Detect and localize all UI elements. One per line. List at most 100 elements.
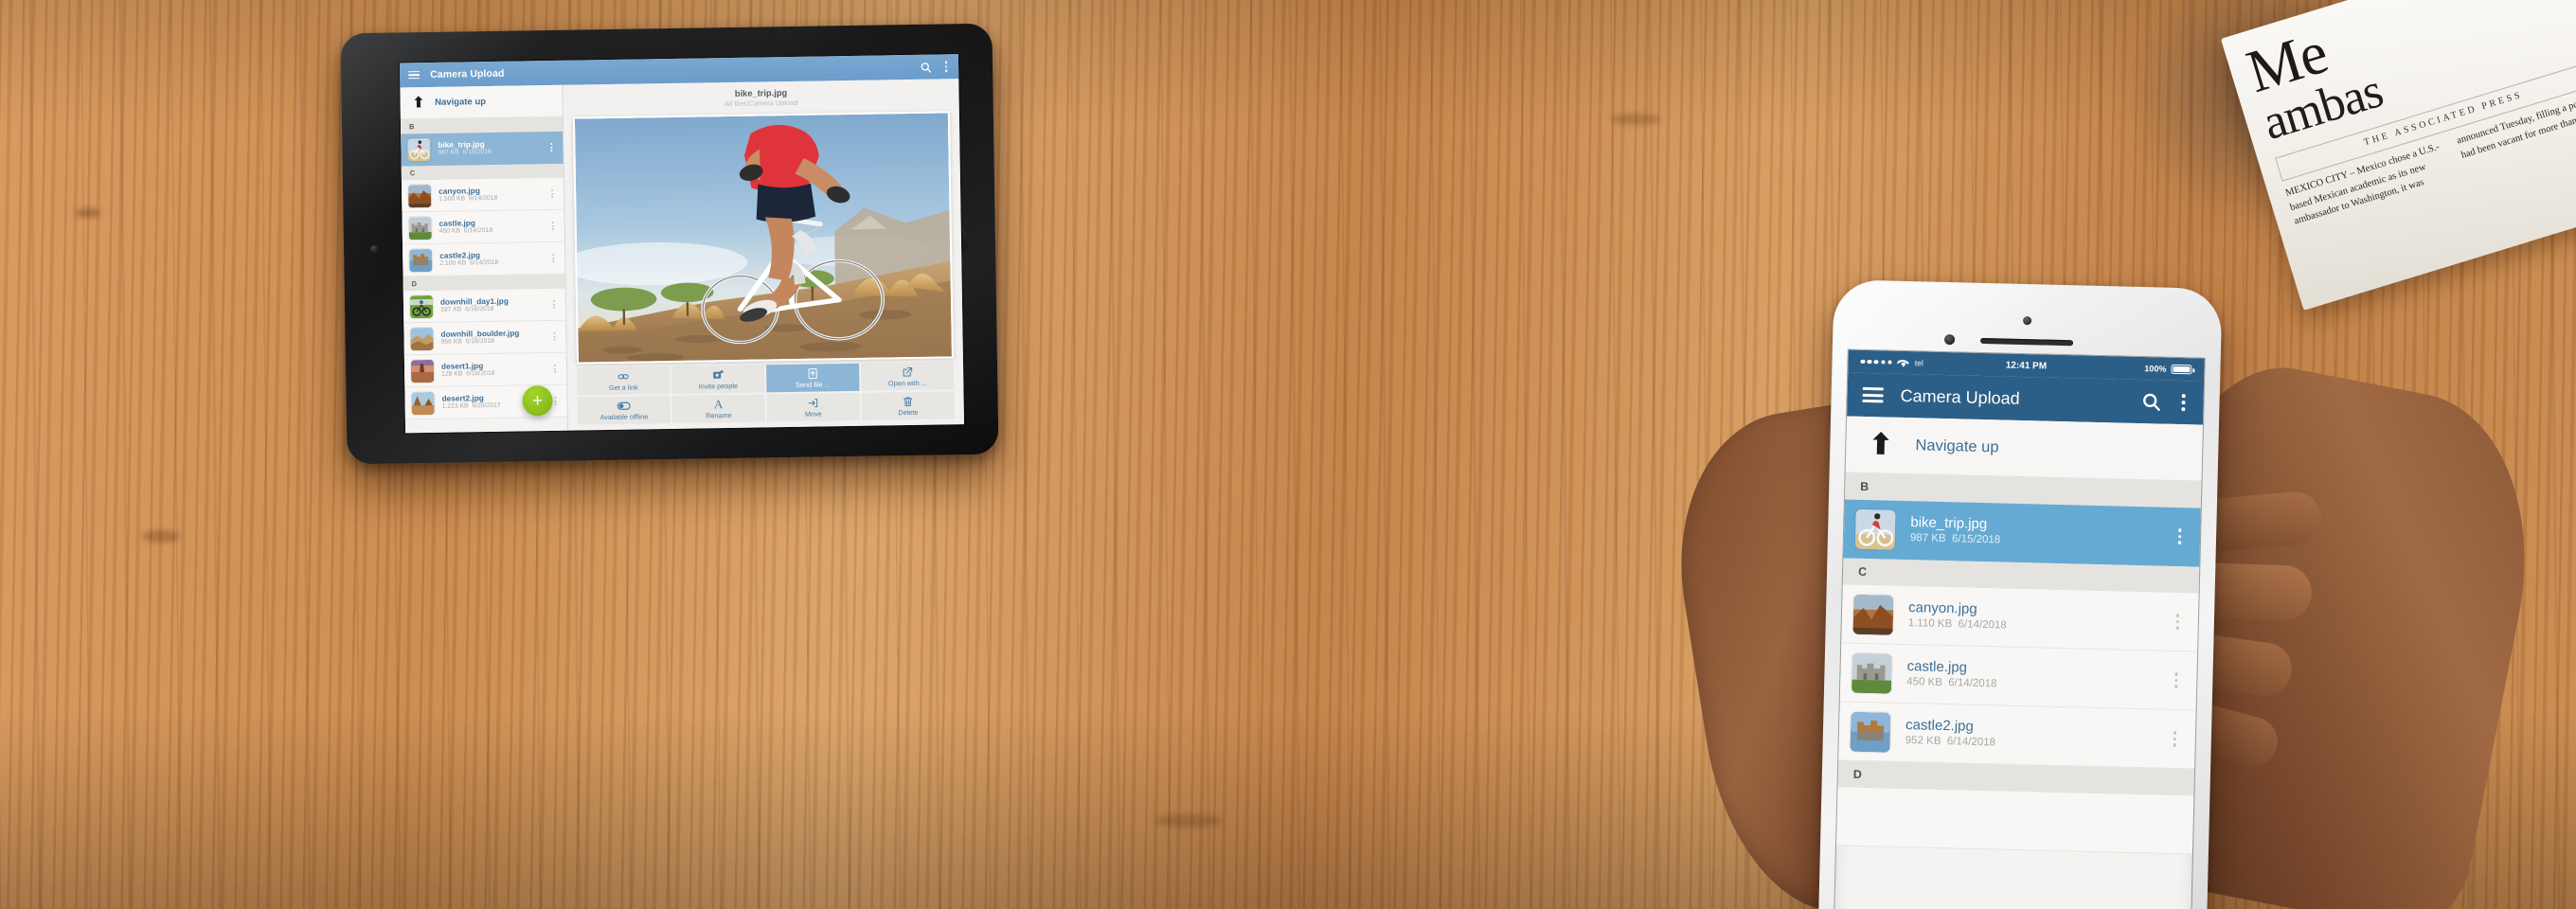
move-button[interactable]: Move	[766, 392, 860, 422]
hamburger-menu-icon[interactable]	[408, 70, 420, 80]
detail-photo-preview[interactable]	[572, 111, 954, 365]
upload-icon	[807, 367, 818, 379]
more-vertical-icon[interactable]	[942, 61, 951, 72]
file-size: 987 KB	[1909, 532, 1946, 545]
file-meta: desert1.jpg 128 KB 6/18/2018	[441, 360, 543, 380]
navigate-up-row[interactable]: ⬆ Navigate up	[1845, 416, 2203, 482]
table-row[interactable]: downhill_day1.jpg 337 KB 6/16/2018	[402, 288, 566, 324]
castle2-thumb	[409, 248, 433, 272]
castle2-thumb	[1850, 711, 1891, 753]
file-date: 6/20/2017	[472, 402, 501, 410]
phone-status-right: 100%	[2144, 364, 2192, 375]
file-size: 952 KB	[1905, 735, 1941, 748]
battery-percent-label: 100%	[2144, 364, 2167, 374]
open-with-button[interactable]: Open with ...	[861, 362, 955, 391]
file-meta: downhill_day1.jpg 337 KB 6/16/2018	[440, 295, 542, 315]
row-overflow-icon[interactable]	[549, 299, 559, 310]
canyon-thumb	[407, 184, 432, 207]
list-item[interactable]: castle2.jpg 952 KB 6/14/2018	[1838, 702, 2196, 770]
phone-front-camera	[2023, 315, 2032, 326]
arrow-up-icon: ⬆	[1868, 428, 1893, 461]
action-label: Invite people	[698, 381, 739, 391]
row-overflow-icon[interactable]	[549, 331, 559, 342]
action-label: Get a link	[608, 383, 638, 392]
desert1-thumb	[410, 359, 435, 383]
navigate-up-label: Navigate up	[1915, 437, 1999, 456]
text-a-icon: A	[713, 397, 724, 412]
search-icon[interactable]	[2140, 391, 2162, 413]
wood-knot	[1155, 814, 1222, 828]
more-vertical-icon[interactable]	[2178, 393, 2188, 412]
navigate-up-row[interactable]: ⬆ Navigate up	[400, 84, 563, 120]
table-row[interactable]: castle.jpg 450 KB 6/14/2018	[402, 209, 564, 245]
search-icon[interactable]	[920, 61, 932, 73]
send-file-button[interactable]: Send file ...	[766, 363, 860, 393]
invite-people-button[interactable]: Invite people	[671, 365, 765, 394]
battery-full-icon	[2171, 364, 2192, 375]
row-overflow-icon[interactable]	[2168, 614, 2187, 630]
tablet-app-title: Camera Upload	[430, 67, 505, 80]
bike-thumb	[407, 137, 431, 161]
file-details: 1.500 KB 6/14/2018	[438, 194, 540, 205]
table-row[interactable]: canyon.jpg 1.500 KB 6/14/2018	[401, 177, 564, 213]
file-details: 450 KB 6/14/2018	[1906, 676, 1997, 693]
phone-app-title: Camera Upload	[1900, 385, 2020, 408]
file-details: 337 KB 6/16/2018	[440, 305, 542, 315]
file-details: 450 KB 6/14/2018	[439, 226, 541, 237]
file-size: 956 KB	[440, 338, 462, 347]
trash-icon	[903, 395, 914, 406]
delete-button[interactable]: Delete	[861, 391, 955, 420]
move-arrow-icon	[808, 397, 819, 408]
phone-earpiece-speaker	[1980, 337, 2074, 347]
file-details: 956 KB 6/18/2018	[441, 337, 543, 348]
row-overflow-icon[interactable]	[2171, 528, 2190, 544]
row-overflow-icon[interactable]	[548, 221, 558, 231]
table-row[interactable]: desert1.jpg 128 KB 6/18/2018	[403, 352, 567, 388]
file-date: 6/18/2018	[466, 370, 495, 378]
file-size: 450 KB	[1906, 676, 1943, 689]
file-meta: bike_trip.jpg 987 KB 6/15/2018	[438, 138, 539, 158]
tablet-front-camera	[369, 244, 379, 253]
rename-button[interactable]: A Rename	[671, 394, 765, 423]
phone-carrier: tel	[1914, 358, 1923, 368]
action-label: Open with ...	[887, 378, 927, 387]
row-overflow-icon[interactable]	[2167, 672, 2186, 688]
row-overflow-icon[interactable]	[546, 142, 556, 152]
file-date: 6/16/2018	[465, 306, 494, 313]
list-item[interactable]: bike_trip.jpg 987 KB 6/15/2018	[1843, 499, 2201, 567]
available-offline-button[interactable]: Available offline	[577, 396, 671, 425]
table-row[interactable]: bike_trip.jpg 987 KB 6/15/2018	[401, 131, 564, 167]
file-date: 6/14/2018	[468, 195, 498, 203]
action-label: Send file ...	[796, 379, 831, 389]
tablet-action-grid: Get a link Invite people Send file ... O…	[577, 358, 955, 430]
row-overflow-icon[interactable]	[2165, 731, 2184, 747]
list-item[interactable]: canyon.jpg 1.110 KB 6/14/2018	[1841, 584, 2199, 652]
downhill-thumb	[409, 294, 434, 318]
table-row[interactable]: downhill_boulder.jpg 956 KB 6/18/2018	[403, 320, 566, 356]
file-date: 6/14/2018	[469, 259, 499, 267]
get-a-link-button[interactable]: Get a link	[577, 366, 671, 396]
row-overflow-icon[interactable]	[550, 364, 560, 374]
file-size: 128 KB	[441, 370, 463, 379]
wood-knot	[76, 208, 100, 218]
file-date: 6/18/2018	[465, 338, 494, 346]
row-overflow-icon[interactable]	[547, 188, 557, 199]
row-overflow-icon[interactable]	[548, 253, 558, 263]
tablet-file-list[interactable]: ⬆ Navigate up B bike_trip.jpg 987 KB 6/1…	[400, 84, 569, 434]
file-meta: castle2.jpg 2.100 KB 6/14/2018	[439, 249, 541, 269]
list-item[interactable]: castle.jpg 450 KB 6/14/2018	[1839, 643, 2198, 711]
file-details: 987 KB 6/15/2018	[1910, 532, 2001, 549]
bike-thumb	[1854, 508, 1896, 550]
file-date: 6/14/2018	[1948, 677, 1997, 690]
table-row[interactable]: castle2.jpg 2.100 KB 6/14/2018	[402, 241, 565, 277]
app-bar-spacer	[514, 67, 908, 74]
file-date: 6/14/2018	[1958, 618, 2007, 633]
open-external-icon	[902, 365, 913, 377]
list-item[interactable]	[1835, 787, 2194, 855]
hamburger-menu-icon[interactable]	[1862, 386, 1884, 403]
file-meta: downhill_boulder.jpg 956 KB 6/18/2018	[440, 328, 542, 348]
action-label: Move	[804, 408, 822, 419]
wood-knot	[1610, 114, 1661, 125]
file-date: 6/15/2018	[1951, 533, 2001, 546]
canyon-thumb	[1852, 594, 1894, 635]
